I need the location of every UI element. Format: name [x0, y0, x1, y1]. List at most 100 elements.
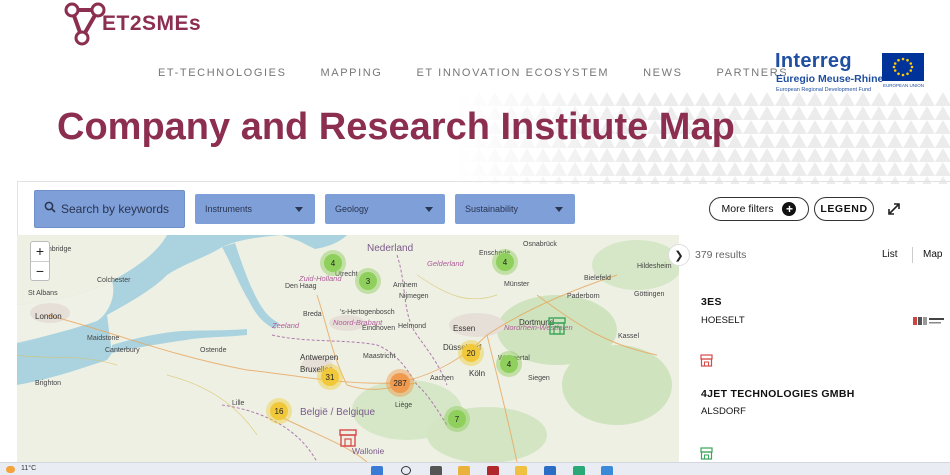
map-label: Maidstone — [87, 335, 120, 342]
cluster-count: 4 — [502, 257, 508, 267]
sustainability-dropdown[interactable]: Sustainability — [455, 194, 575, 224]
et2smes-logo[interactable]: ET2SMEs — [58, 2, 201, 46]
expand-icon[interactable] — [886, 201, 902, 217]
map-label: Maastricht — [363, 353, 396, 360]
nav-news[interactable]: NEWS — [643, 67, 682, 79]
map-label: Brighton — [35, 380, 62, 387]
logo-text: ET2SMEs — [102, 12, 202, 35]
search-icon — [44, 200, 56, 218]
map-label: Breda — [303, 311, 322, 318]
chevron-down-icon — [555, 207, 563, 212]
cluster-count: 287 — [393, 378, 407, 388]
map-label: Den Haag — [285, 283, 317, 290]
result-name[interactable]: 4JET TECHNOLOGIES GMBH — [701, 388, 855, 400]
chevron-right-icon: ❯ — [674, 249, 684, 262]
collapse-panel-button[interactable]: ❯ — [668, 244, 690, 266]
map-cluster[interactable]: 31 — [317, 364, 343, 390]
cluster-count: 3 — [365, 276, 371, 286]
map-label: Bielefeld — [584, 275, 611, 282]
map-label: Aachen — [430, 375, 454, 382]
weather-icon — [6, 466, 15, 473]
map-label: Essen — [453, 324, 476, 333]
zoom-in-button[interactable]: + — [31, 242, 49, 261]
result-name[interactable]: 3ES — [701, 296, 722, 308]
shop-icon — [700, 447, 713, 460]
windows-start-icon[interactable] — [371, 466, 383, 475]
shop-marker-icon[interactable] — [339, 429, 357, 447]
view-list-button[interactable]: List — [882, 249, 898, 260]
map-label: Helmond — [398, 323, 427, 330]
search-placeholder: Search by keywords — [61, 202, 170, 216]
map-cluster[interactable]: 4 — [320, 250, 346, 276]
main-nav: ET-TECHNOLOGIES MAPPING ET INNOVATION EC… — [158, 67, 822, 79]
more-filters-label: More filters — [721, 203, 774, 215]
edge-icon[interactable] — [573, 466, 585, 475]
zoom-out-button[interactable]: − — [31, 261, 49, 280]
map-country: België / Belgique — [300, 407, 376, 418]
map-label: Köln — [469, 369, 486, 378]
map-cluster[interactable]: 287 — [386, 369, 414, 397]
geology-dropdown[interactable]: Geology — [325, 194, 445, 224]
map-label: Canterbury — [105, 347, 140, 354]
map-label: Colchester — [97, 277, 131, 284]
nav-mapping[interactable]: MAPPING — [321, 67, 383, 79]
map-region: Zeeland — [272, 321, 300, 330]
map-label: Paderborn — [567, 293, 600, 300]
map-cluster[interactable]: 4 — [492, 249, 518, 275]
outlook-icon[interactable] — [544, 466, 556, 475]
interreg-word: Interreg — [775, 50, 852, 72]
result-city: HOESELT — [701, 315, 745, 326]
sustainability-label: Sustainability — [465, 204, 519, 214]
interreg-subtitle: Euregio Meuse-Rhine — [776, 73, 884, 85]
cluster-count: 7 — [454, 414, 460, 424]
more-filters-button[interactable]: More filters + — [709, 197, 809, 221]
view-map-button[interactable]: Map — [923, 249, 942, 260]
cluster-count: 4 — [330, 258, 336, 268]
map-label: Arnhem — [393, 282, 418, 289]
map-country: Wallonie — [352, 446, 385, 456]
app-icon[interactable] — [601, 466, 613, 475]
geology-label: Geology — [335, 204, 369, 214]
file-explorer-icon[interactable] — [458, 466, 470, 475]
legend-button[interactable]: LEGEND — [814, 197, 874, 221]
map-label: Ostende — [200, 347, 227, 354]
map-country: Nederland — [367, 243, 414, 254]
results-count: 379 results — [695, 249, 747, 261]
map-region: Gelderland — [427, 259, 464, 268]
map-region: Noord-Brabant — [333, 318, 383, 327]
map-cluster[interactable]: 4 — [496, 351, 522, 377]
cluster-count: 4 — [506, 359, 512, 369]
nav-et-innovation-ecosystem[interactable]: ET INNOVATION ECOSYSTEM — [416, 67, 609, 79]
map-label: Antwerpen — [300, 353, 339, 362]
search-input[interactable]: Search by keywords — [34, 190, 185, 228]
os-taskbar: 11°C — [0, 462, 950, 475]
map-cluster[interactable]: 20 — [458, 340, 484, 366]
chrome-icon[interactable] — [515, 466, 527, 475]
map-label: 's-Hertogenbosch — [340, 309, 395, 316]
result-city: ALSDORF — [701, 406, 746, 417]
weather-temperature: 11°C — [21, 465, 37, 472]
app-icon[interactable] — [487, 466, 499, 475]
chevron-down-icon — [295, 207, 303, 212]
nav-et-technologies[interactable]: ET-TECHNOLOGIES — [158, 67, 287, 79]
shop-marker-icon[interactable] — [548, 317, 566, 335]
task-view-icon[interactable] — [430, 466, 442, 475]
interreg-logo[interactable]: Interreg Euregio Meuse-Rhine European Re… — [772, 50, 927, 98]
eu-label: EUROPEAN UNION — [883, 83, 925, 88]
map-cluster[interactable]: 16 — [266, 398, 292, 424]
cluster-count: 16 — [274, 406, 284, 416]
instruments-dropdown[interactable]: Instruments — [195, 194, 315, 224]
map-cluster[interactable]: 3 — [355, 268, 381, 294]
filter-bar: Search by keywords Instruments Geology S… — [17, 181, 950, 235]
page-title: Company and Research Institute Map — [57, 106, 735, 148]
map-label: Lille — [232, 400, 245, 407]
company-logo — [913, 314, 945, 328]
map-cluster[interactable]: 7 — [444, 406, 470, 432]
logo-triangle-icon — [58, 2, 110, 46]
shop-icon — [700, 354, 713, 367]
map-label: Münster — [504, 281, 530, 288]
eu-flag-icon — [882, 53, 924, 81]
search-icon[interactable] — [401, 466, 411, 475]
map-view[interactable]: Cambridge Colchester St Albans London Ma… — [17, 235, 679, 462]
cluster-count: 31 — [325, 372, 335, 382]
